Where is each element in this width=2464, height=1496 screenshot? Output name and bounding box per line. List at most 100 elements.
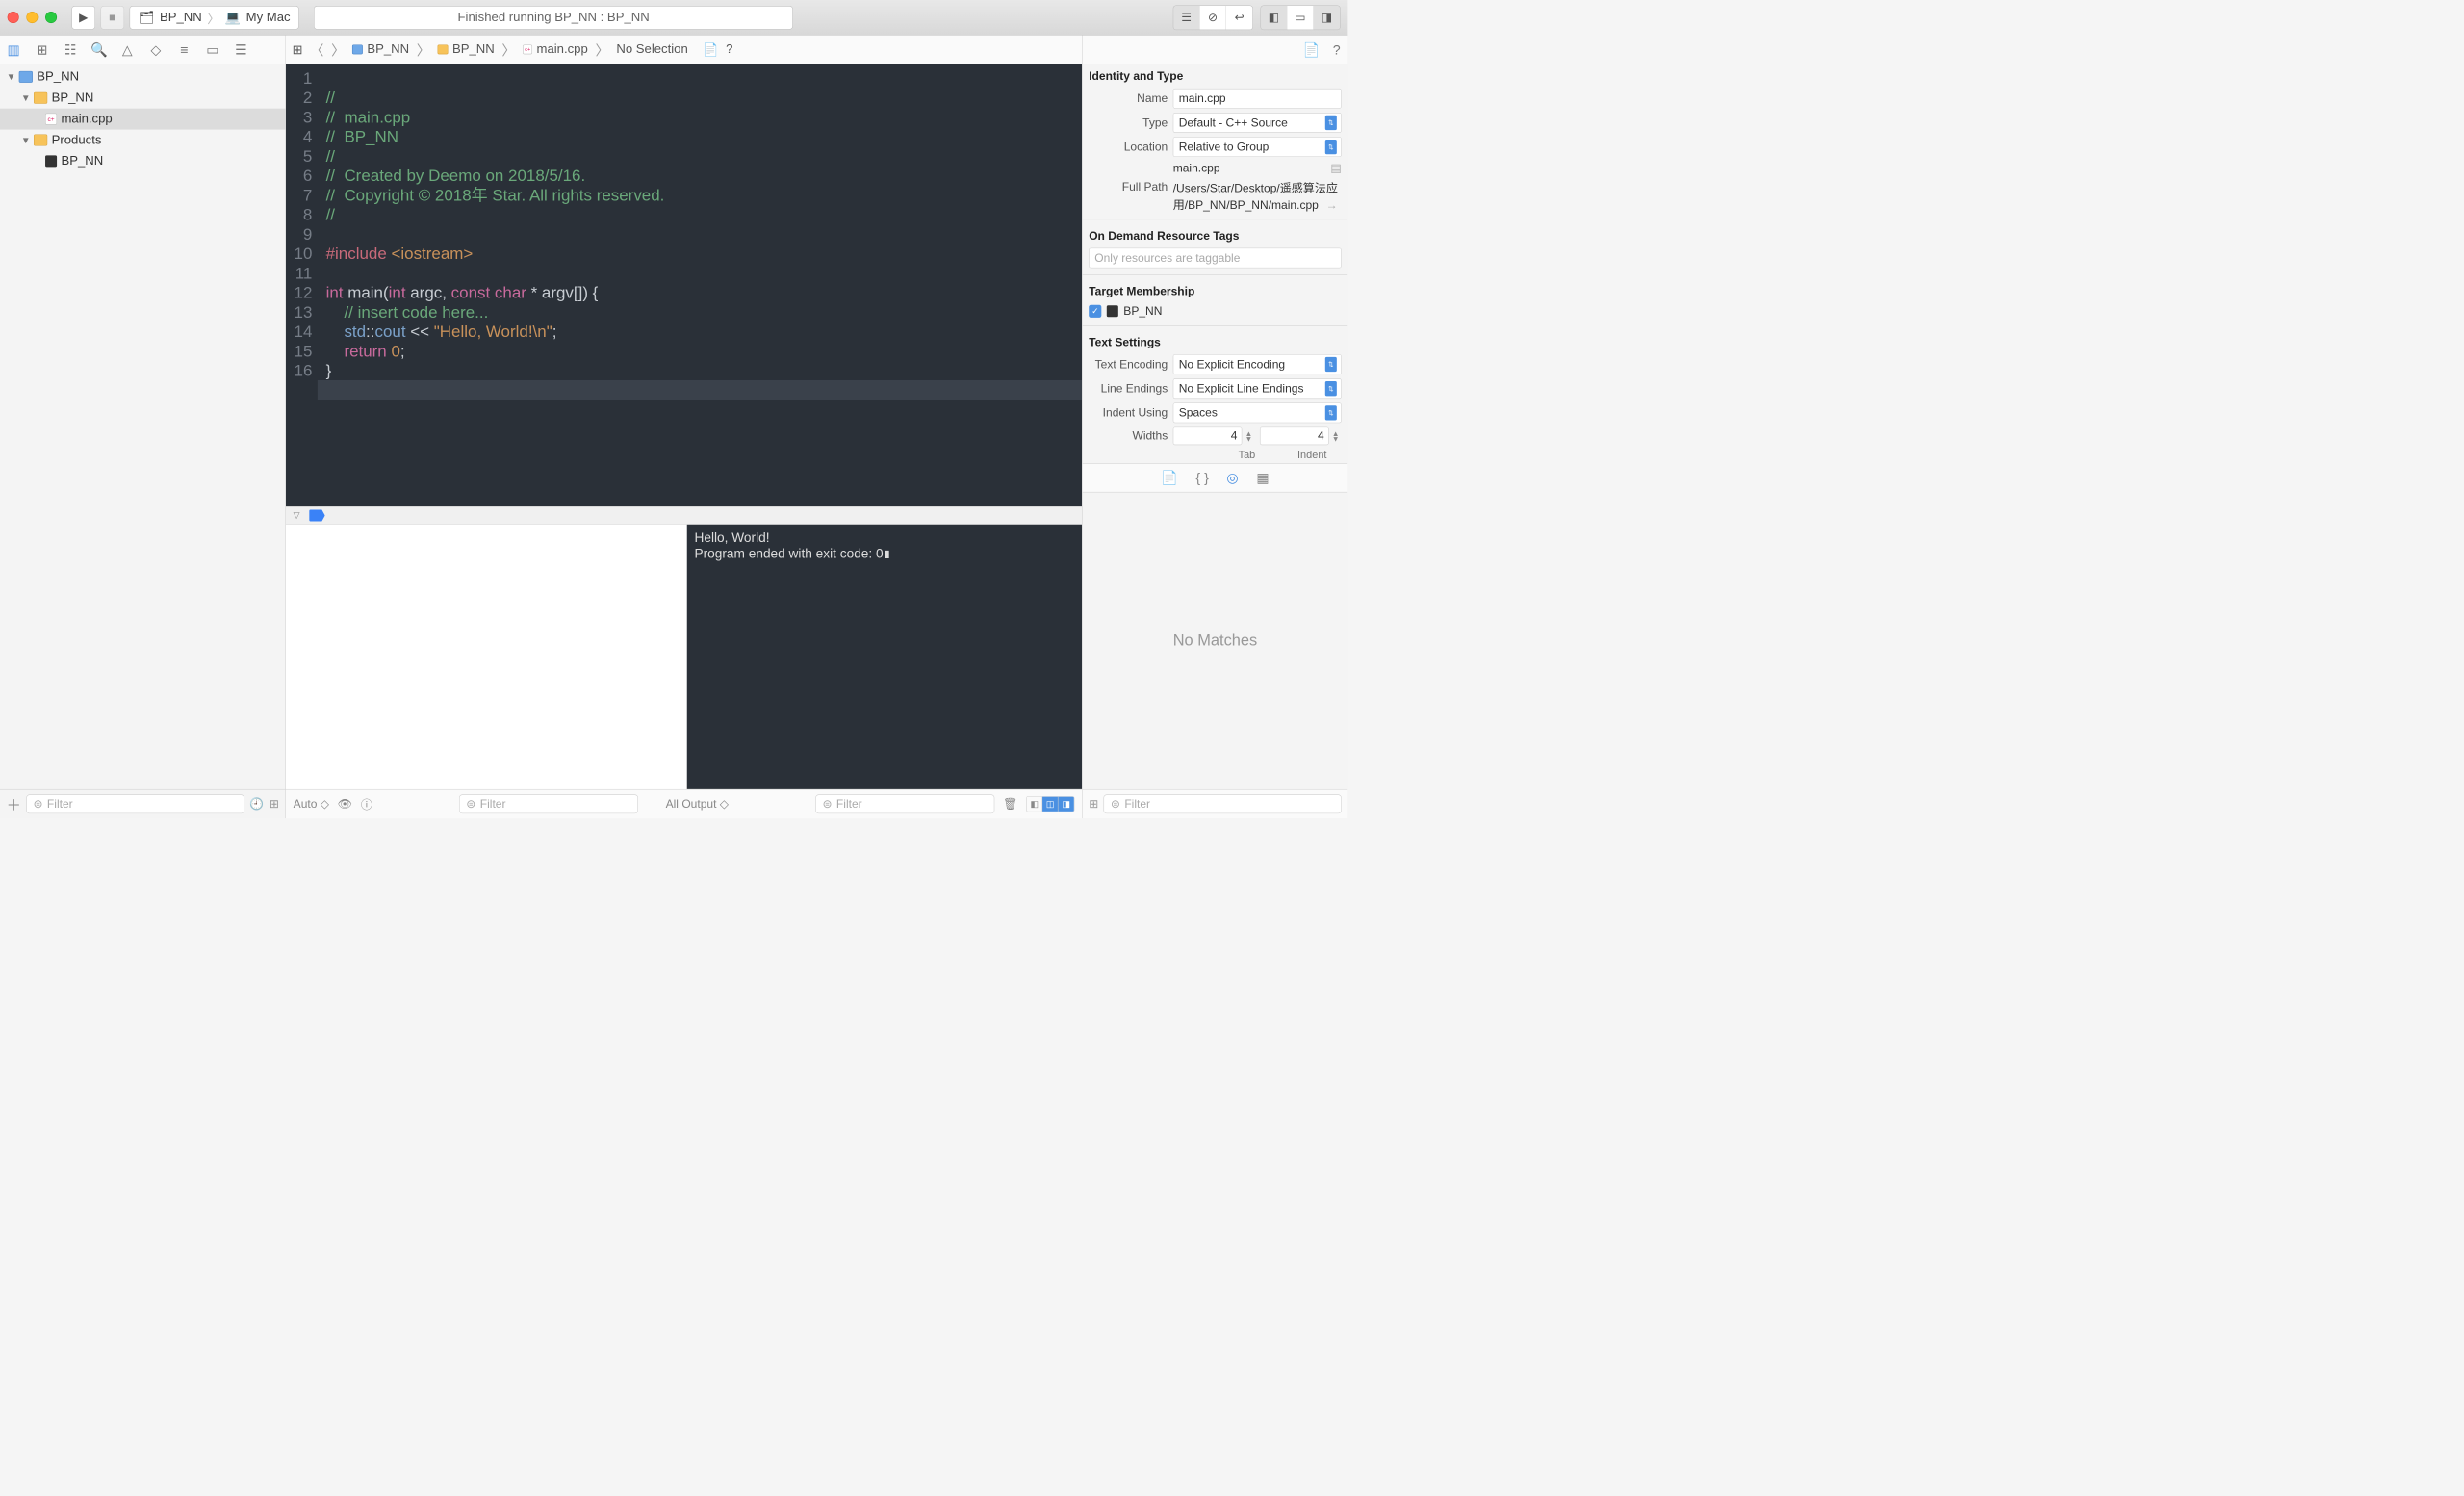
tree-group[interactable]: ▼ BP_NN xyxy=(0,88,285,109)
show-variables-pane[interactable]: ◧ xyxy=(1027,797,1042,812)
encoding-select[interactable]: No Explicit Encoding⇅ xyxy=(1173,354,1342,374)
inspector-tabs-top: 📄 ? xyxy=(1083,36,1348,64)
code-editor[interactable]: 12345678910111213141516 // // main.cpp /… xyxy=(286,64,1082,506)
identity-section-title: Identity and Type xyxy=(1083,64,1348,87)
media-library-icon[interactable]: ▦ xyxy=(1256,470,1269,486)
source-control-navigator-icon[interactable]: ⊞ xyxy=(34,41,51,58)
toggle-inspector-button[interactable]: ◨ xyxy=(1314,6,1340,30)
grid-view-icon[interactable]: ⊞ xyxy=(1089,797,1098,811)
crumb-group[interactable]: BP_NN xyxy=(438,42,495,57)
debug-navigator-icon[interactable]: ≡ xyxy=(176,41,193,58)
target-membership-item[interactable]: ✓ BP_NN xyxy=(1083,301,1348,322)
breakpoint-tag-icon[interactable] xyxy=(309,509,324,521)
checkbox-checked-icon[interactable]: ✓ xyxy=(1089,305,1101,318)
file-inspector-tab-icon[interactable]: 📄 xyxy=(1303,41,1321,58)
encoding-label: Text Encoding xyxy=(1089,357,1168,371)
tree-label: BP_NN xyxy=(37,69,79,84)
choose-location-icon[interactable]: ▤ xyxy=(1330,161,1341,174)
project-tree: ▼ BP_NN ▼ BP_NN c+ main.cpp ▼ Products xyxy=(0,64,285,789)
tree-project-root[interactable]: ▼ BP_NN xyxy=(0,66,285,88)
test-navigator-icon[interactable]: ◇ xyxy=(147,41,165,58)
stop-button[interactable]: ■ xyxy=(100,6,124,30)
code-content[interactable]: // // main.cpp // BP_NN // // Created by… xyxy=(318,64,1082,506)
toggle-debug-button[interactable]: ▭ xyxy=(1287,6,1313,30)
breakpoint-navigator-icon[interactable]: ▭ xyxy=(204,41,221,58)
variables-scope-selector[interactable]: Auto ◇ xyxy=(294,797,329,811)
minimize-window-button[interactable] xyxy=(26,12,38,23)
forward-button[interactable]: 〉 xyxy=(331,39,345,59)
add-button[interactable]: ＋ xyxy=(7,793,21,814)
crumb-file[interactable]: c+main.cpp xyxy=(523,42,587,57)
show-console-pane[interactable]: ◨ xyxy=(1058,797,1073,812)
cpp-file-icon: c+ xyxy=(45,114,57,125)
find-navigator-icon[interactable]: 🔍 xyxy=(90,41,108,58)
line-gutter: 12345678910111213141516 xyxy=(286,64,318,506)
crumb-selection[interactable]: No Selection xyxy=(616,42,687,57)
filter-icon: ⊜ xyxy=(822,797,832,811)
help-icon[interactable]: ? xyxy=(726,42,732,57)
text-settings-title: Text Settings xyxy=(1083,330,1348,352)
target-name: BP_NN xyxy=(1123,304,1162,318)
odr-section-title: On Demand Resource Tags xyxy=(1083,223,1348,245)
variables-pane[interactable] xyxy=(286,525,687,789)
project-navigator-icon[interactable]: ▥ xyxy=(5,41,22,58)
version-editor-button[interactable]: ↩ xyxy=(1226,6,1252,30)
location-select[interactable]: Relative to Group⇅ xyxy=(1173,137,1342,157)
type-select[interactable]: Default - C++ Source⇅ xyxy=(1173,113,1342,133)
indent-width-stepper[interactable]: 4▲▼ xyxy=(1260,427,1342,446)
line-endings-select[interactable]: No Explicit Line Endings⇅ xyxy=(1173,378,1342,399)
scheme-device: My Mac xyxy=(246,10,291,24)
toggle-navigator-button[interactable]: ◧ xyxy=(1261,6,1287,30)
object-library-icon[interactable]: ◎ xyxy=(1226,470,1238,486)
tab-width-stepper[interactable]: 4▲▼ xyxy=(1173,427,1255,446)
close-window-button[interactable] xyxy=(8,12,19,23)
crumb-project[interactable]: BP_NN xyxy=(352,42,409,57)
library-no-matches: No Matches xyxy=(1083,492,1348,789)
scheme-selector[interactable]: 🗂BP_NN 〉 💻My Mac xyxy=(130,6,299,30)
console-output[interactable]: Hello, World! Program ended with exit co… xyxy=(687,525,1082,789)
related-items-icon[interactable]: ⊞ xyxy=(293,41,303,57)
console-scope-selector[interactable]: All Output ◇ xyxy=(666,797,729,811)
name-input[interactable]: main.cpp xyxy=(1173,89,1342,109)
file-inspector-icon[interactable]: 📄 xyxy=(703,41,718,57)
scm-filter-icon[interactable]: ⊞ xyxy=(270,797,279,811)
filter-icon: ⊜ xyxy=(466,797,475,811)
code-snippet-library-icon[interactable]: { } xyxy=(1195,470,1208,486)
editor-area: ⊞ 〈 〉 BP_NN 〉 BP_NN 〉 c+main.cpp 〉 No Se… xyxy=(286,36,1082,818)
quick-help-tab-icon[interactable]: ? xyxy=(1333,41,1341,58)
show-both-panes[interactable]: ◫ xyxy=(1042,797,1058,812)
recent-files-icon[interactable]: 🕘 xyxy=(249,797,264,811)
navigator-filter-input[interactable]: ⊜ Filter xyxy=(26,794,244,813)
assistant-editor-button[interactable]: ⊘ xyxy=(1200,6,1226,30)
fullpath-label: Full Path xyxy=(1089,179,1168,213)
standard-editor-button[interactable]: ☰ xyxy=(1173,6,1199,30)
fullpath-value: /Users/Star/Desktop/遥感算法应用/BP_NN/BP_NN/m… xyxy=(1173,182,1338,212)
issue-navigator-icon[interactable]: △ xyxy=(119,41,137,58)
file-template-library-icon[interactable]: 📄 xyxy=(1161,470,1178,486)
library-filter-input[interactable]: ⊜Filter xyxy=(1104,794,1342,813)
tree-file-main-cpp[interactable]: c+ main.cpp xyxy=(0,109,285,130)
tree-products-group[interactable]: ▼ Products xyxy=(0,130,285,151)
back-button[interactable]: 〈 xyxy=(310,39,323,59)
indent-using-select[interactable]: Spaces⇅ xyxy=(1173,402,1342,423)
run-button[interactable]: ▶ xyxy=(71,6,95,30)
variables-filter-input[interactable]: ⊜Filter xyxy=(459,794,638,813)
debug-area: Hello, World! Program ended with exit co… xyxy=(286,525,1082,789)
symbol-navigator-icon[interactable]: ☷ xyxy=(63,41,80,58)
reveal-in-finder-icon[interactable]: → xyxy=(1326,198,1338,212)
executable-icon xyxy=(45,155,57,167)
toggle-breakpoints-icon[interactable]: ▽ xyxy=(294,510,300,521)
info-icon[interactable]: ⓘ xyxy=(361,796,372,813)
clear-console-icon[interactable]: 🗑 xyxy=(1003,797,1017,811)
tree-label: BP_NN xyxy=(61,154,103,168)
navigator-footer: ＋ ⊜ Filter 🕘 ⊞ xyxy=(0,789,285,818)
type-label: Type xyxy=(1089,116,1168,129)
report-navigator-icon[interactable]: ☰ xyxy=(233,41,250,58)
zoom-window-button[interactable] xyxy=(45,12,57,23)
debug-footer: Auto ◇ 👁 ⓘ ⊜Filter All Output ◇ ⊜Filter … xyxy=(286,789,1082,818)
titlebar: ▶ ■ 🗂BP_NN 〉 💻My Mac Finished running BP… xyxy=(0,0,1348,36)
debug-pane-toggle: ◧ ◫ ◨ xyxy=(1026,796,1074,812)
tree-product-item[interactable]: BP_NN xyxy=(0,150,285,171)
console-filter-input[interactable]: ⊜Filter xyxy=(815,794,994,813)
quicklook-icon[interactable]: 👁 xyxy=(338,797,352,811)
